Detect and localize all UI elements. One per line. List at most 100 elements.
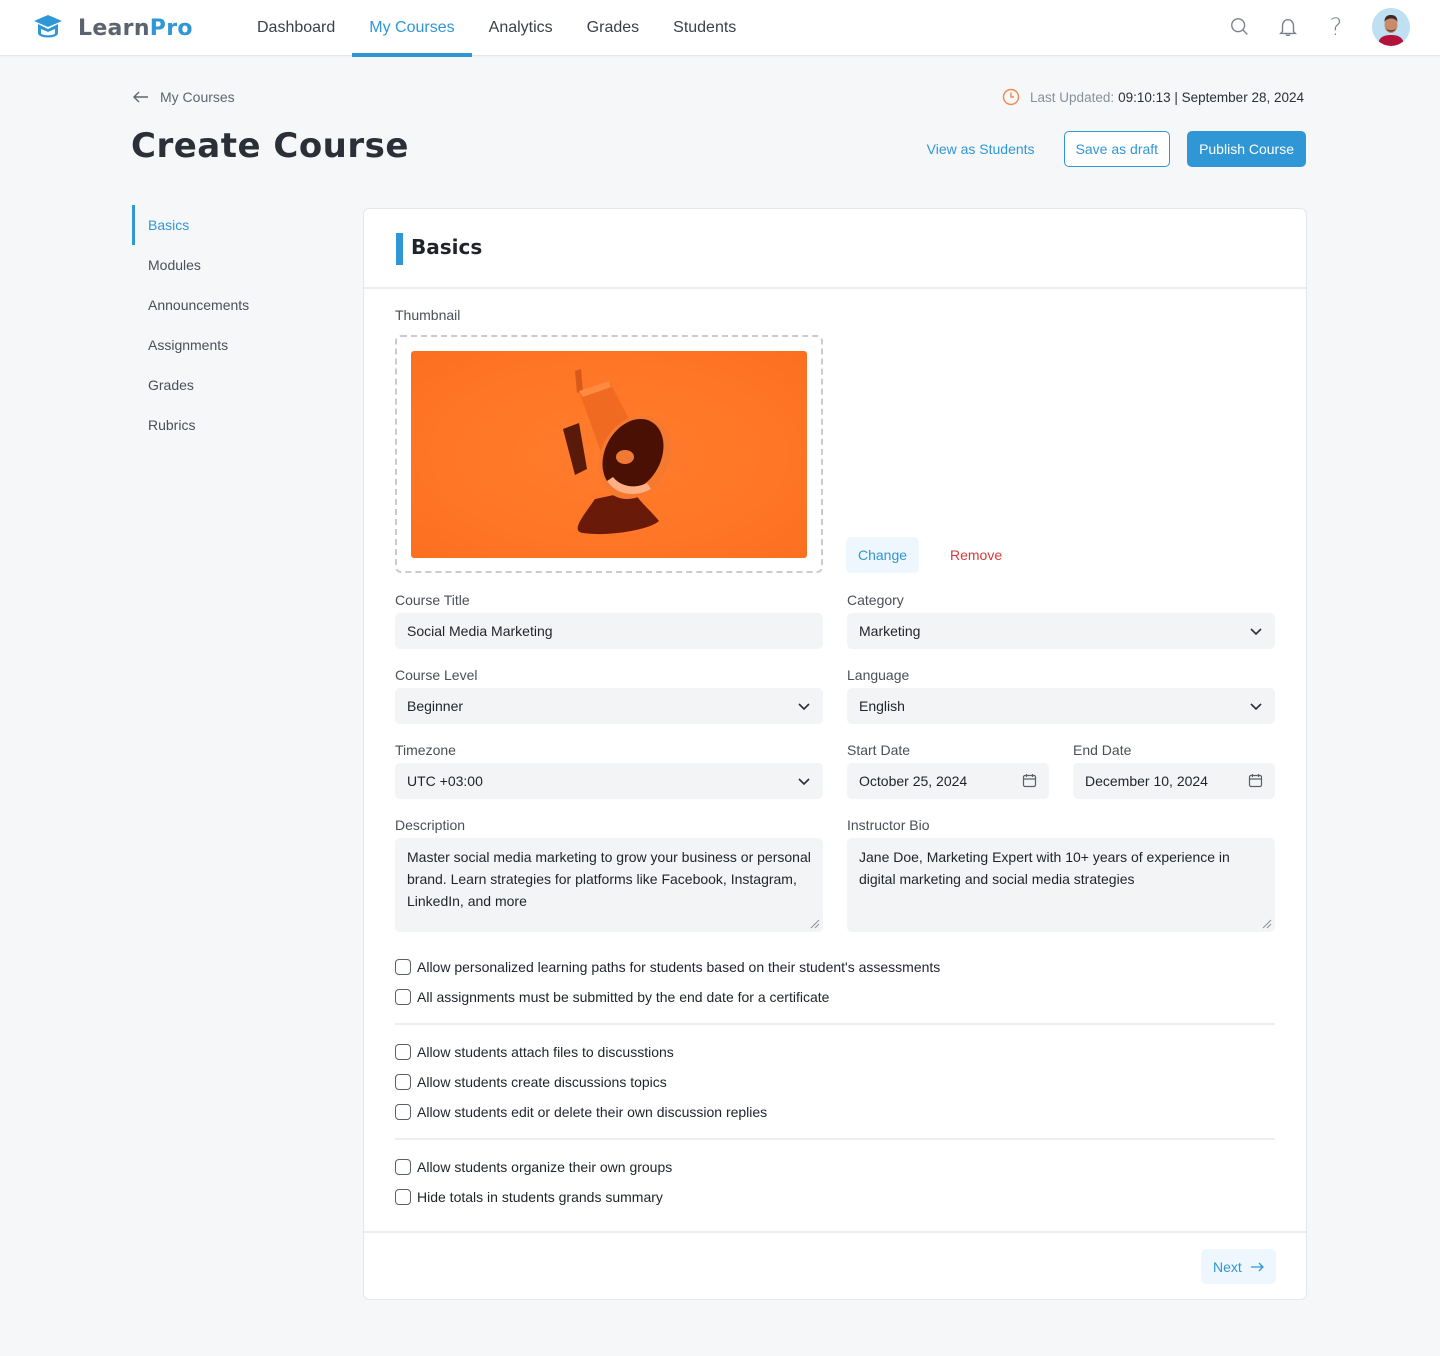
nav-grades[interactable]: Grades — [570, 0, 656, 56]
top-navbar: LearnPro Dashboard My Courses Analytics … — [0, 0, 1440, 57]
start-date-input[interactable]: October 25, 2024 — [847, 763, 1049, 799]
bell-icon[interactable] — [1276, 15, 1300, 39]
next-label: Next — [1213, 1258, 1242, 1275]
course-title-value: Social Media Marketing — [407, 623, 553, 639]
timezone-select[interactable]: UTC +03:00 — [395, 763, 823, 799]
page-title: Create Course — [131, 126, 409, 166]
instructor-bio-value: Jane Doe, Marketing Expert with 10+ year… — [859, 849, 1230, 887]
description-value: Master social media marketing to grow yo… — [407, 849, 811, 909]
header-actions: View as Students Save as draft Publish C… — [927, 131, 1306, 167]
section-nav-grades[interactable]: Grades — [132, 365, 332, 405]
category-value: Marketing — [859, 623, 921, 639]
top-actions: ? — [1228, 8, 1410, 46]
start-date-label: Start Date — [847, 742, 911, 758]
checkbox[interactable] — [395, 1074, 411, 1090]
calendar-icon[interactable] — [1248, 773, 1263, 788]
checkbox-label: Allow personalized learning paths for st… — [417, 959, 941, 975]
card-footer-divider — [364, 1231, 1306, 1233]
card-header: Basics — [364, 209, 1306, 289]
search-icon[interactable] — [1228, 15, 1252, 39]
checkbox-label: Allow students organize their own groups — [417, 1159, 673, 1175]
timezone-value: UTC +03:00 — [407, 773, 483, 789]
publish-course-button[interactable]: Publish Course — [1187, 131, 1306, 167]
change-thumbnail-button[interactable]: Change — [846, 537, 920, 573]
course-level-value: Beginner — [407, 698, 464, 714]
help-icon[interactable]: ? — [1324, 15, 1348, 39]
checkbox-label: Allow students attach files to discussti… — [417, 1044, 674, 1060]
megaphone-icon — [563, 369, 672, 535]
brand-name: LearnPro — [78, 15, 193, 41]
checkbox-assignments-by-end-date[interactable]: All assignments must be submitted by the… — [395, 989, 829, 1005]
divider — [395, 1023, 1275, 1025]
category-select[interactable]: Marketing — [847, 613, 1275, 649]
checkbox-create-topics[interactable]: Allow students create discussions topics — [395, 1074, 667, 1090]
basics-card: Basics Thumbnail Change Remove Course Ti… — [363, 208, 1307, 1300]
resize-handle-icon[interactable] — [810, 919, 820, 929]
nav-my-courses[interactable]: My Courses — [352, 0, 473, 57]
thumbnail-image — [411, 351, 807, 558]
course-title-input[interactable]: Social Media Marketing — [395, 613, 823, 649]
checkbox-label: Hide totals in students grands summary — [417, 1189, 663, 1205]
checkbox-edit-delete-replies[interactable]: Allow students edit or delete their own … — [395, 1104, 767, 1120]
description-textarea[interactable]: Master social media marketing to grow yo… — [395, 838, 823, 932]
view-as-students-button[interactable]: View as Students — [927, 141, 1035, 157]
divider — [395, 1138, 1275, 1140]
remove-thumbnail-button[interactable]: Remove — [950, 537, 1002, 573]
logo[interactable]: LearnPro — [32, 13, 193, 43]
section-accent-bar — [396, 233, 403, 265]
next-button[interactable]: Next — [1201, 1249, 1276, 1284]
arrow-right-icon — [1250, 1262, 1264, 1271]
graduation-cap-icon — [34, 15, 62, 38]
checkbox-organize-groups[interactable]: Allow students organize their own groups — [395, 1159, 672, 1175]
section-nav: Basics Modules Announcements Assignments… — [132, 205, 332, 445]
category-label: Category — [847, 592, 904, 608]
language-select[interactable]: English — [847, 688, 1275, 724]
checkbox-personalized-paths[interactable]: Allow personalized learning paths for st… — [395, 959, 940, 975]
section-title: Basics — [411, 235, 483, 259]
section-nav-modules[interactable]: Modules — [132, 245, 332, 285]
checkbox[interactable] — [395, 989, 411, 1005]
section-nav-assignments[interactable]: Assignments — [132, 325, 332, 365]
checkbox[interactable] — [395, 959, 411, 975]
last-updated: Last Updated: 09:10:13 | September 28, 2… — [1002, 88, 1304, 106]
save-draft-button[interactable]: Save as draft — [1063, 131, 1171, 167]
course-title-label: Course Title — [395, 592, 470, 608]
avatar[interactable] — [1372, 8, 1410, 46]
instructor-bio-textarea[interactable]: Jane Doe, Marketing Expert with 10+ year… — [847, 838, 1275, 932]
checkbox[interactable] — [395, 1189, 411, 1205]
calendar-icon[interactable] — [1022, 773, 1037, 788]
thumbnail-label: Thumbnail — [395, 307, 461, 323]
chevron-down-icon — [798, 778, 810, 786]
chevron-down-icon — [1250, 703, 1262, 711]
checkbox-attach-files[interactable]: Allow students attach files to discussti… — [395, 1044, 674, 1060]
resize-handle-icon[interactable] — [1262, 919, 1272, 929]
checkbox[interactable] — [395, 1104, 411, 1120]
checkbox[interactable] — [395, 1044, 411, 1060]
breadcrumb-label: My Courses — [160, 89, 235, 105]
checkbox[interactable] — [395, 1159, 411, 1175]
end-date-label: End Date — [1073, 742, 1132, 758]
nav-students[interactable]: Students — [656, 0, 753, 56]
checkbox-label: Allow students edit or delete their own … — [417, 1104, 768, 1120]
chevron-down-icon — [1250, 628, 1262, 636]
checkbox-hide-totals[interactable]: Hide totals in students grands summary — [395, 1189, 663, 1205]
nav-analytics[interactable]: Analytics — [472, 0, 570, 56]
course-level-select[interactable]: Beginner — [395, 688, 823, 724]
checkbox-label: All assignments must be submitted by the… — [417, 989, 830, 1005]
section-nav-basics[interactable]: Basics — [132, 205, 332, 245]
end-date-input[interactable]: December 10, 2024 — [1073, 763, 1275, 799]
thumbnail-dropzone[interactable] — [395, 335, 823, 573]
arrow-left-icon — [133, 91, 148, 103]
back-to-my-courses[interactable]: My Courses — [132, 88, 235, 106]
last-updated-value: 09:10:13 | September 28, 2024 — [1118, 89, 1304, 105]
chevron-down-icon — [798, 703, 810, 711]
start-date-value: October 25, 2024 — [859, 773, 968, 789]
section-nav-rubrics[interactable]: Rubrics — [132, 405, 332, 445]
language-value: English — [859, 698, 905, 714]
nav-dashboard[interactable]: Dashboard — [240, 0, 352, 56]
description-label: Description — [395, 817, 466, 833]
section-nav-announcements[interactable]: Announcements — [132, 285, 332, 325]
main-nav: Dashboard My Courses Analytics Grades St… — [240, 0, 753, 57]
last-updated-label: Last Updated: — [1030, 89, 1115, 105]
checkbox-label: Allow students create discussions topics — [417, 1074, 667, 1090]
